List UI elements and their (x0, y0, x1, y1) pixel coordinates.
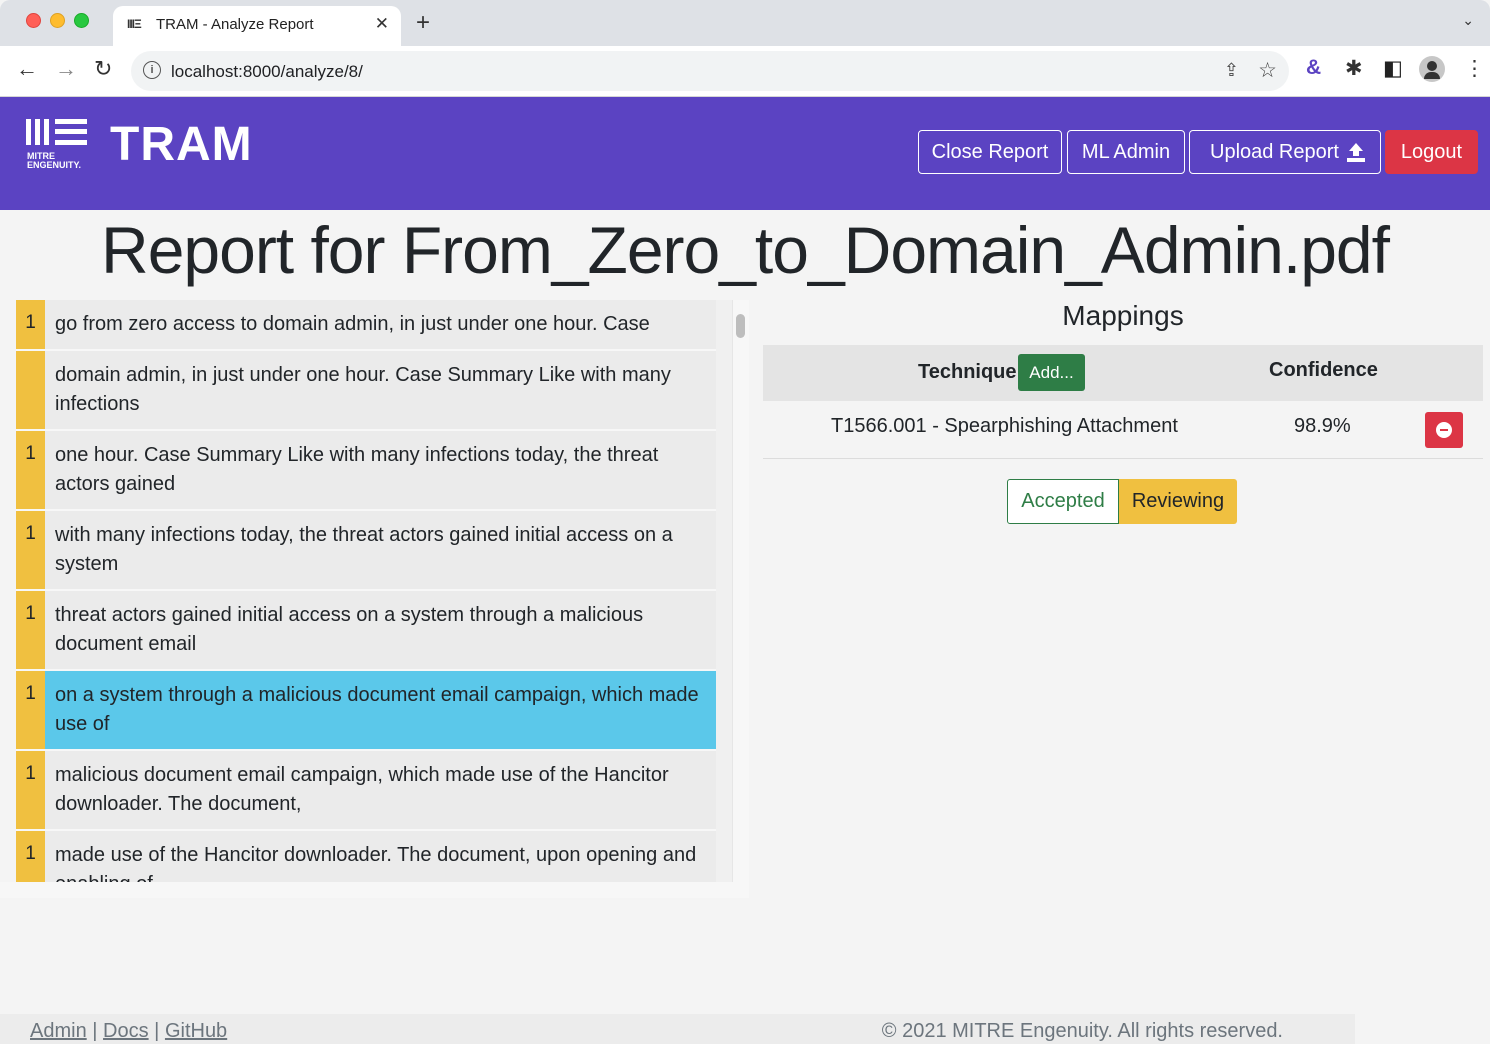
sentence-row[interactable]: 1 on a system through a malicious documen… (16, 671, 716, 751)
new-tab-button[interactable]: + (416, 9, 430, 37)
sentence-row[interactable]: 1 malicious document email campaign, whic… (16, 751, 716, 831)
add-mapping-button[interactable]: Add... (1018, 354, 1085, 391)
address-bar[interactable]: i localhost:8000/analyze/8/ ⇪ ☆ (131, 51, 1289, 91)
review-status-toggle: Accepted Reviewing (1007, 479, 1237, 524)
sentence-row[interactable]: 1 with many infections today, the threat … (16, 511, 716, 591)
site-info-icon[interactable]: i (143, 61, 161, 79)
minus-circle-icon (1436, 422, 1452, 438)
footer: Admin | Docs | GitHub © 2021 MITRE Engen… (0, 1014, 1355, 1044)
scrollbar-thumb[interactable] (736, 314, 745, 338)
sentence-text: threat actors gained initial access on a… (55, 604, 644, 655)
footer-links: Admin | Docs | GitHub (30, 1020, 227, 1043)
sentence-row[interactable]: 1 made use of the Hancitor downloader. Th… (16, 831, 716, 882)
sentence-mapping-count: 1 (16, 831, 45, 882)
sentence-text: made use of the Hancitor downloader. The… (55, 844, 697, 882)
upload-icon (1347, 143, 1365, 162)
footer-separator: | (92, 1020, 98, 1042)
sentence-list: 1 go from zero access to domain admin, in… (16, 300, 732, 882)
sentence-mapping-count: 1 (16, 751, 45, 829)
tab-search-chevron-icon[interactable]: ⌄ (1462, 12, 1474, 29)
sentence-row[interactable]: 1 go from zero access to domain admin, in… (16, 300, 716, 351)
minimize-window-button[interactable] (50, 13, 65, 28)
footer-copyright: © 2021 MITRE Engenuity. All rights reser… (881, 1020, 1283, 1042)
upload-report-button[interactable]: Upload Report (1189, 130, 1381, 174)
reload-icon[interactable]: ↻ (94, 56, 112, 82)
sentence-mapping-count: 1 (16, 591, 45, 669)
technique-column-header: Technique (918, 361, 1017, 383)
tram-favicon-icon: IIIΞ (127, 17, 142, 31)
sentence-row[interactable]: 1 one hour. Case Summary Like with many i… (16, 431, 716, 511)
sentence-mapping-count: 1 (16, 511, 45, 589)
bookmark-star-icon[interactable]: ☆ (1258, 58, 1277, 83)
url-text[interactable]: localhost:8000/analyze/8/ (171, 62, 363, 82)
mitre-logo-icon (26, 119, 87, 145)
sentence-text: malicious document email campaign, which… (55, 764, 669, 815)
sentence-row[interactable]: domain admin, in just under one hour. Ca… (16, 351, 716, 431)
footer-docs-link[interactable]: Docs (103, 1020, 149, 1042)
sentence-text: one hour. Case Summary Like with many in… (55, 444, 659, 495)
sentence-mapping-count: 1 (16, 671, 45, 749)
mappings-title: Mappings (1062, 300, 1184, 331)
footer-admin-link[interactable]: Admin (30, 1020, 87, 1042)
browser-toolbar: ← → ↻ i localhost:8000/analyze/8/ ⇪ ☆ & … (0, 46, 1490, 97)
forward-arrow-icon[interactable]: → (55, 56, 77, 82)
app-navbar: MITRE ENGENUITY. TRAM Close Report ML Ad… (0, 97, 1490, 210)
confidence-column-header: Confidence (1269, 359, 1378, 381)
close-report-button[interactable]: Close Report (918, 130, 1062, 174)
mapping-row: T1566.001 - Spearphishing Attachment 98.… (763, 401, 1483, 459)
tab-title: TRAM - Analyze Report (156, 16, 314, 33)
mapping-confidence: 98.9% (1294, 415, 1351, 437)
sentence-mapping-count (16, 351, 45, 429)
share-icon[interactable]: ⇪ (1224, 60, 1239, 81)
accepted-button[interactable]: Accepted (1007, 479, 1119, 524)
browser-menu-icon[interactable]: ⋮ (1464, 56, 1485, 81)
mapping-technique: T1566.001 - Spearphishing Attachment (831, 415, 1178, 437)
sentence-text: domain admin, in just under one hour. Ca… (55, 364, 671, 415)
footer-separator: | (154, 1020, 160, 1042)
page-title: Report for From_Zero_to_Domain_Admin.pdf (101, 213, 1390, 287)
remove-mapping-button[interactable] (1425, 412, 1463, 448)
mappings-table-header: Technique Add... Confidence (763, 345, 1483, 401)
sentence-scrollbar[interactable] (732, 300, 749, 898)
sentence-text: with many infections today, the threat a… (55, 524, 673, 575)
profile-avatar-icon[interactable] (1419, 56, 1445, 82)
footer-github-link[interactable]: GitHub (165, 1020, 227, 1042)
ampersand-extension-icon[interactable]: & (1306, 56, 1321, 80)
browser-tabbar: IIIΞ TRAM - Analyze Report ✕ + ⌄ (0, 0, 1490, 46)
tab-close-icon[interactable]: ✕ (375, 14, 389, 34)
sentence-row[interactable]: 1 threat actors gained initial access on … (16, 591, 716, 671)
browser-tab-active[interactable]: IIIΞ TRAM - Analyze Report ✕ (113, 6, 401, 46)
sentence-text: go from zero access to domain admin, in … (55, 313, 650, 335)
back-arrow-icon[interactable]: ← (16, 56, 38, 82)
maximize-window-button[interactable] (74, 13, 89, 28)
logo-text-engenuity: ENGENUITY. (27, 160, 82, 170)
side-panel-icon[interactable]: ◧ (1383, 56, 1403, 81)
close-window-button[interactable] (26, 13, 41, 28)
sentence-panel-bottom (0, 882, 748, 898)
ml-admin-button[interactable]: ML Admin (1067, 130, 1185, 174)
brand-title[interactable]: TRAM (110, 117, 253, 172)
reviewing-button[interactable]: Reviewing (1119, 479, 1237, 524)
sentence-mapping-count: 1 (16, 300, 45, 349)
mitre-engenuity-logo[interactable]: MITRE ENGENUITY. (26, 119, 88, 179)
sentence-text: on a system through a malicious document… (55, 684, 699, 735)
puzzle-extensions-icon[interactable]: ✱ (1345, 56, 1363, 81)
upload-report-label: Upload Report (1210, 141, 1339, 163)
logout-button[interactable]: Logout (1385, 130, 1478, 174)
sentence-mapping-count: 1 (16, 431, 45, 509)
